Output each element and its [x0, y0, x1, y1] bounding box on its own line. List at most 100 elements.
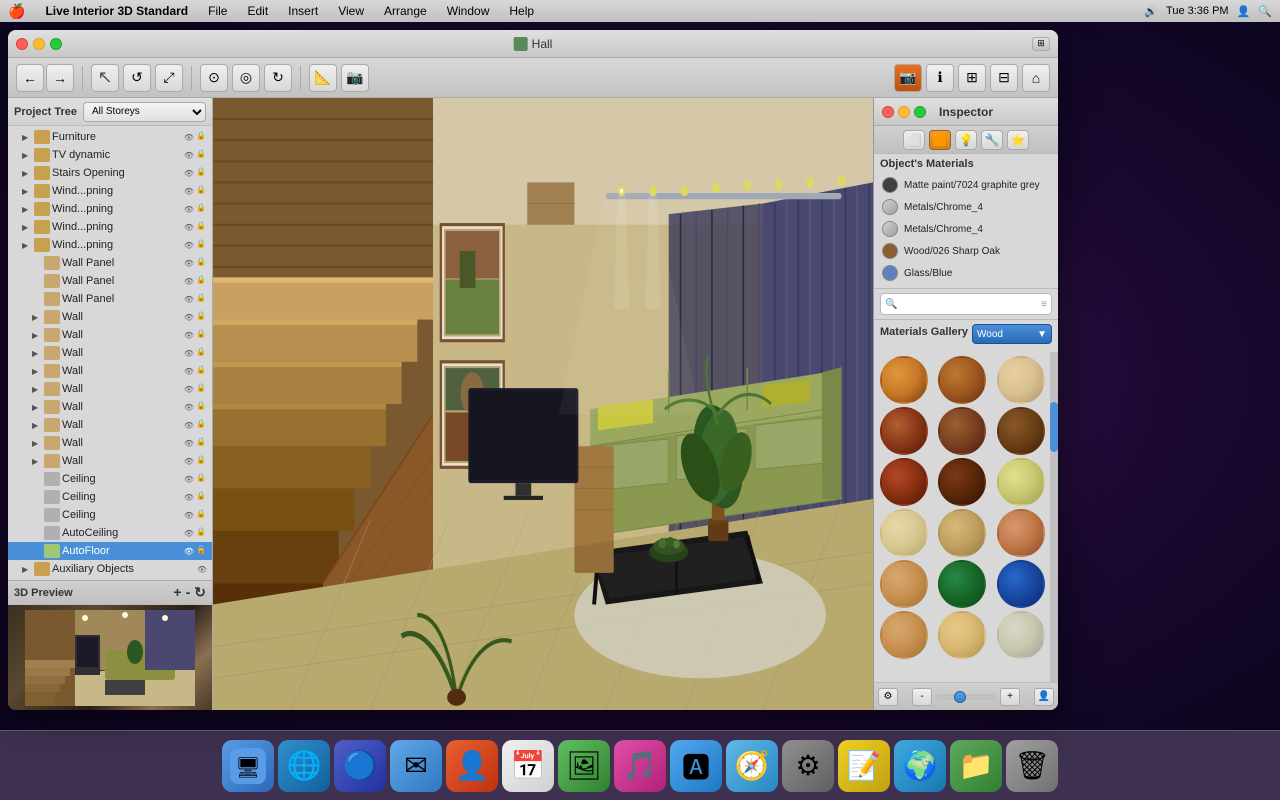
- swatch-wood17[interactable]: [938, 611, 986, 659]
- inspector-settings-button[interactable]: ⚙: [878, 688, 898, 706]
- toolbar-select[interactable]: ↖: [91, 64, 119, 92]
- tree-lock-icon[interactable]: 🔒: [196, 419, 208, 431]
- swatch-wood13[interactable]: [880, 560, 928, 608]
- view-split[interactable]: ⊟: [990, 64, 1018, 92]
- dock-appstore[interactable]: 🅰: [670, 740, 722, 792]
- window-btn-1[interactable]: ⊞: [1032, 37, 1050, 51]
- apple-menu[interactable]: 🍎: [8, 3, 25, 20]
- dock-sysprefs[interactable]: ⚙: [782, 740, 834, 792]
- toolbar-refresh[interactable]: ↻: [264, 64, 292, 92]
- tree-lock-icon[interactable]: 🔒: [196, 473, 208, 485]
- tree-lock-icon[interactable]: 🔒: [196, 437, 208, 449]
- tree-lock-icon[interactable]: 🔒: [196, 275, 208, 287]
- tree-visibility-icon[interactable]: 👁: [183, 491, 195, 503]
- tree-lock-icon[interactable]: 🔒: [196, 509, 208, 521]
- tree-lock-icon[interactable]: 🔒: [196, 311, 208, 323]
- inspector-tab-extra[interactable]: ⭐: [1007, 130, 1029, 150]
- swatch-wood6[interactable]: [997, 407, 1045, 455]
- tree-item-wall6[interactable]: ▶ Wall 👁 🔒: [8, 398, 212, 416]
- tree-lock-icon[interactable]: 🔒: [196, 401, 208, 413]
- tree-item-wall5[interactable]: ▶ Wall 👁 🔒: [8, 380, 212, 398]
- tree-lock-icon[interactable]: 🔒: [196, 383, 208, 395]
- toolbar-back[interactable]: ←: [16, 64, 44, 92]
- inspector-tab-room[interactable]: ⬜: [903, 130, 925, 150]
- tree-visibility-icon[interactable]: 👁: [183, 329, 195, 341]
- swatch-wood12[interactable]: [997, 509, 1045, 557]
- view-single[interactable]: ⊞: [958, 64, 986, 92]
- tree-item-stairs[interactable]: ▶ Stairs Opening 👁 🔒: [8, 164, 212, 182]
- dock-photo[interactable]: 🔵: [334, 740, 386, 792]
- toolbar-camera[interactable]: 📷: [341, 64, 369, 92]
- dock-safari[interactable]: 🧭: [726, 740, 778, 792]
- tree-lock-icon[interactable]: 🔒: [196, 491, 208, 503]
- inspector-zoom-in[interactable]: +: [1000, 688, 1020, 706]
- gallery-dropdown[interactable]: Wood ▼: [972, 324, 1052, 344]
- menubar-appname[interactable]: Live Interior 3D Standard: [41, 4, 192, 18]
- tree-visibility-icon[interactable]: 👁: [183, 365, 195, 377]
- menubar-edit[interactable]: Edit: [243, 4, 272, 18]
- tree-item-wind1[interactable]: ▶ Wind...pning 👁 🔒: [8, 182, 212, 200]
- tree-lock-icon[interactable]: 🔒: [196, 527, 208, 539]
- view-home[interactable]: ⌂: [1022, 64, 1050, 92]
- tree-lock-icon[interactable]: 🔒: [196, 185, 208, 197]
- toolbar-point[interactable]: ⊙: [200, 64, 228, 92]
- toolbar-scale[interactable]: ⤢: [155, 64, 183, 92]
- material-item-glass[interactable]: Glass/Blue: [880, 262, 1052, 284]
- material-item-graphite[interactable]: Matte paint/7024 graphite grey: [880, 174, 1052, 196]
- dock-migration[interactable]: 📁: [950, 740, 1002, 792]
- inspector-tab-materials[interactable]: 🟧: [929, 130, 951, 150]
- inspector-maximize-button[interactable]: [914, 106, 926, 118]
- tree-lock-icon[interactable]: 🔒: [196, 221, 208, 233]
- tree-visibility-icon[interactable]: 👁: [183, 347, 195, 359]
- tree-lock-icon[interactable]: 🔒: [196, 455, 208, 467]
- material-item-chrome1[interactable]: Metals/Chrome_4: [880, 196, 1052, 218]
- menubar-view[interactable]: View: [334, 4, 368, 18]
- preview-refresh[interactable]: ↻: [194, 584, 206, 601]
- swatch-wood5[interactable]: [938, 407, 986, 455]
- tree-item-tvdynamic[interactable]: ▶ TV dynamic 👁 🔒: [8, 146, 212, 164]
- tree-item-wall8[interactable]: ▶ Wall 👁 🔒: [8, 434, 212, 452]
- maximize-button[interactable]: [50, 38, 62, 50]
- material-item-chrome2[interactable]: Metals/Chrome_4: [880, 218, 1052, 240]
- dock-trash[interactable]: 🗑: [1006, 740, 1058, 792]
- swatches-scrollbar-thumb[interactable]: [1050, 402, 1058, 452]
- preview-zoom-in[interactable]: +: [173, 584, 181, 601]
- swatch-wood2[interactable]: [938, 356, 986, 404]
- tree-visibility-icon[interactable]: 👁: [183, 527, 195, 539]
- tree-item-ceiling3[interactable]: Ceiling 👁 🔒: [8, 506, 212, 524]
- swatch-wood9[interactable]: [997, 458, 1045, 506]
- tree-item-autofloor[interactable]: AutoFloor 👁 🔒: [8, 542, 212, 560]
- inspector-tab-lighting[interactable]: 💡: [955, 130, 977, 150]
- tree-visibility-icon[interactable]: 👁: [183, 401, 195, 413]
- storeys-select[interactable]: All Storeys: [83, 102, 206, 122]
- tree-visibility-icon[interactable]: 👁: [183, 203, 195, 215]
- tree-lock-icon[interactable]: 🔒: [196, 293, 208, 305]
- toolbar-rotate[interactable]: ↺: [123, 64, 151, 92]
- menubar-arrange[interactable]: Arrange: [380, 4, 431, 18]
- tree-visibility-icon[interactable]: 👁: [183, 437, 195, 449]
- tree-visibility-icon[interactable]: 👁: [183, 167, 195, 179]
- menubar-help[interactable]: Help: [505, 4, 538, 18]
- dock-itunes[interactable]: 🎵: [614, 740, 666, 792]
- dock-photos[interactable]: 🖼: [558, 740, 610, 792]
- tree-visibility-icon[interactable]: 👁: [183, 239, 195, 251]
- tree-lock-icon[interactable]: 🔒: [196, 149, 208, 161]
- inspector-zoom-out[interactable]: -: [912, 688, 932, 706]
- dock-stickies[interactable]: 📝: [838, 740, 890, 792]
- tree-item-wallpanel3[interactable]: Wall Panel 👁 🔒: [8, 290, 212, 308]
- menubar-user-icon[interactable]: 👤: [1237, 5, 1251, 18]
- swatch-wood1[interactable]: [880, 356, 928, 404]
- dock-finder[interactable]: 🖥: [222, 740, 274, 792]
- swatch-wood15[interactable]: [997, 560, 1045, 608]
- tree-visibility-icon[interactable]: 👁: [183, 293, 195, 305]
- swatch-wood3[interactable]: [997, 356, 1045, 404]
- tree-lock-icon[interactable]: 🔒: [196, 329, 208, 341]
- tree-item-furniture[interactable]: ▶ Furniture 👁 🔒: [8, 128, 212, 146]
- tree-visibility-icon[interactable]: 👁: [183, 455, 195, 467]
- tree-visibility-icon[interactable]: 👁: [183, 275, 195, 287]
- dock-mail[interactable]: ✉: [390, 740, 442, 792]
- toolbar-eye[interactable]: ◎: [232, 64, 260, 92]
- dock-calendar[interactable]: 📅: [502, 740, 554, 792]
- inspector-slider-thumb[interactable]: [954, 691, 966, 703]
- menubar-volume-icon[interactable]: 🔊: [1144, 5, 1158, 18]
